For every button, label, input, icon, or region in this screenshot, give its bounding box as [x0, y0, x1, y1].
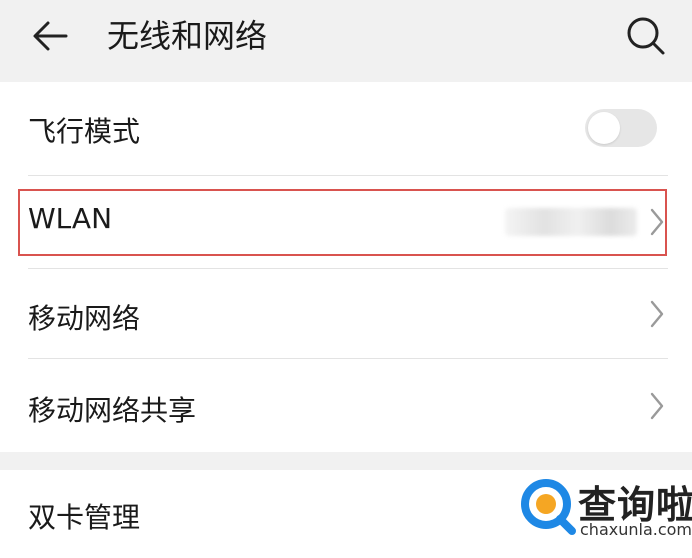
toggle-knob — [588, 112, 620, 144]
settings-row-label: 移动网络 — [28, 302, 141, 335]
watermark-domain: chaxunla.com — [580, 520, 692, 539]
settings-row-mobile-network[interactable]: 移动网络 — [0, 269, 692, 357]
settings-card: 飞行模式 WLAN 移动网络 移动网络共享 — [0, 82, 692, 452]
airplane-mode-toggle[interactable] — [585, 109, 657, 147]
chevron-right-icon — [650, 392, 664, 420]
page-title: 无线和网络 — [107, 17, 268, 55]
settings-row-label: 移动网络共享 — [28, 394, 197, 427]
magnifier-logo-icon — [521, 479, 576, 535]
wlan-network-name-obscured — [505, 208, 637, 236]
watermark: 查询啦 chaxunla.com — [512, 472, 692, 556]
settings-row-airplane-mode[interactable]: 飞行模式 — [0, 82, 692, 175]
settings-row-label: 双卡管理 — [28, 501, 141, 534]
app-header: 无线和网络 — [0, 0, 692, 80]
settings-row-label: WLAN — [28, 202, 113, 235]
settings-row-label: 飞行模式 — [28, 115, 141, 148]
search-icon[interactable] — [622, 12, 668, 58]
arrow-left-icon[interactable] — [28, 14, 72, 58]
chevron-right-icon — [650, 208, 664, 236]
settings-row-tethering[interactable]: 移动网络共享 — [0, 359, 692, 452]
chevron-right-icon — [650, 300, 664, 328]
